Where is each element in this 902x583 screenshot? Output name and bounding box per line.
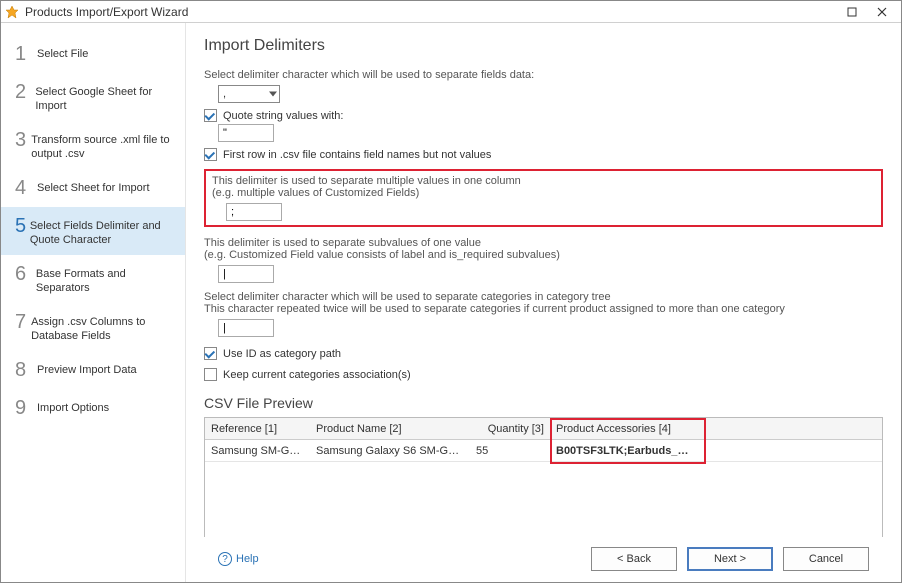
step-1[interactable]: 1Select File [1,35,185,73]
back-button[interactable]: < Back [591,547,677,571]
close-button[interactable] [867,2,897,22]
step-2[interactable]: 2Select Google Sheet for Import [1,73,185,121]
multi-value-line1: This delimiter is used to separate multi… [212,175,875,187]
col-header-accessories[interactable]: Product Accessories [4] [550,423,700,435]
cancel-button[interactable]: Cancel [783,547,869,571]
help-link[interactable]: ? Help [218,552,259,566]
preview-heading: CSV File Preview [204,395,883,411]
col-header-quantity[interactable]: Quantity [3] [470,423,550,435]
col-header-reference[interactable]: Reference [1] [205,423,310,435]
first-row-checkbox[interactable] [204,148,217,161]
chevron-down-icon [269,92,277,97]
subvalue-line2: (e.g. Customized Field value consists of… [204,249,883,261]
wizard-window: Products Import/Export Wizard 1Select Fi… [0,0,902,583]
next-button[interactable]: Next > [687,547,773,571]
subvalue-line1: This delimiter is used to separate subva… [204,237,883,249]
step-9[interactable]: 9Import Options [1,389,185,427]
titlebar: Products Import/Export Wizard [1,1,901,23]
help-label: Help [236,553,259,565]
quote-values-checkbox[interactable] [204,109,217,122]
step-7[interactable]: 7Assign .csv Columns to Database Fields [1,303,185,351]
step-8[interactable]: 8Preview Import Data [1,351,185,389]
step-3[interactable]: 3Transform source .xml file to output .c… [1,121,185,169]
csv-preview-grid[interactable]: Reference [1] Product Name [2] Quantity … [204,417,883,537]
field-delimiter-combo[interactable]: , [218,85,280,103]
cell-reference: Samsung SM-G920F [205,445,310,457]
multi-value-delimiter-input[interactable] [226,203,282,221]
step-4[interactable]: 4Select Sheet for Import [1,169,185,207]
category-delimiter-input[interactable] [218,319,274,337]
multi-value-delimiter-section: This delimiter is used to separate multi… [204,169,883,227]
quote-values-label: Quote string values with: [223,110,343,122]
field-delimiter-label: Select delimiter character which will be… [204,69,883,81]
keep-assoc-label: Keep current categories association(s) [223,369,411,381]
cell-quantity: 55 [470,445,550,457]
cell-product-name: Samsung Galaxy S6 SM-G920F 32GB [310,445,470,457]
table-row[interactable]: Samsung SM-G920F Samsung Galaxy S6 SM-G9… [205,440,882,462]
cell-accessories: B00TSF3LTK;Earbuds_sams_s6 [550,445,700,457]
main-panel: Import Delimiters Select delimiter chara… [186,23,901,582]
maximize-button[interactable] [837,2,867,22]
quote-char-input[interactable] [218,124,274,142]
wizard-steps-sidebar: 1Select File 2Select Google Sheet for Im… [1,23,186,582]
col-header-product-name[interactable]: Product Name [2] [310,423,470,435]
help-icon: ? [218,552,232,566]
grid-header-row: Reference [1] Product Name [2] Quantity … [205,418,882,440]
step-6[interactable]: 6Base Formats and Separators [1,255,185,303]
window-title: Products Import/Export Wizard [25,5,837,19]
multi-value-line2: (e.g. multiple values of Customized Fiel… [212,187,875,199]
wizard-footer: ? Help < Back Next > Cancel [204,537,883,581]
keep-assoc-checkbox[interactable] [204,368,217,381]
use-id-label: Use ID as category path [223,348,341,360]
app-icon [5,5,19,19]
page-heading: Import Delimiters [204,37,883,55]
step-5[interactable]: 5Select Fields Delimiter and Quote Chara… [1,207,185,255]
use-id-checkbox[interactable] [204,347,217,360]
first-row-label: First row in .csv file contains field na… [223,149,491,161]
category-line1: Select delimiter character which will be… [204,291,883,303]
subvalue-delimiter-input[interactable] [218,265,274,283]
field-delimiter-value: , [223,88,226,100]
category-line2: This character repeated twice will be us… [204,303,883,315]
